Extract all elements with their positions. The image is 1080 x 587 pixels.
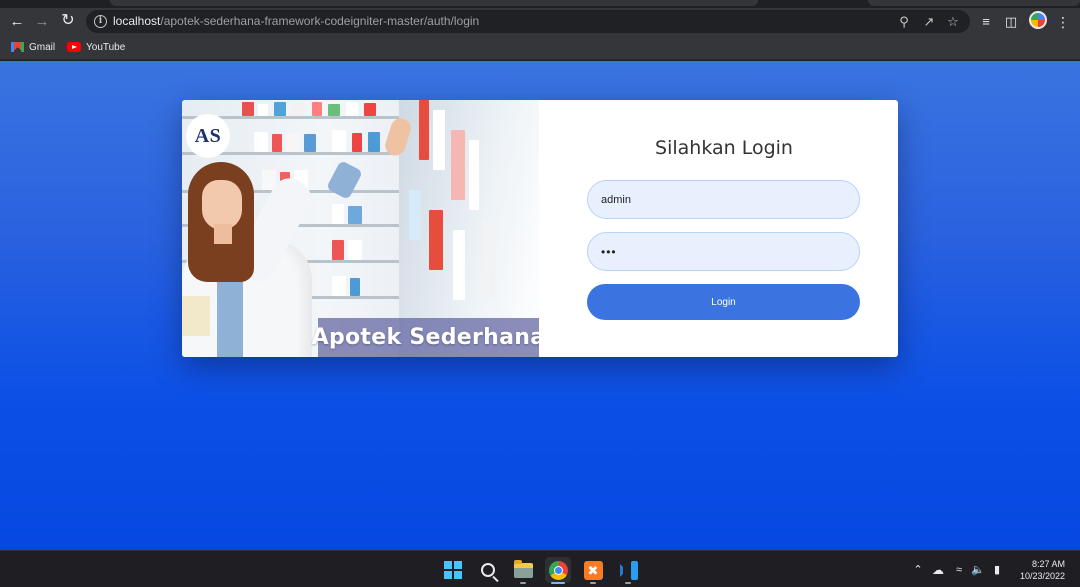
youtube-icon [67,42,81,52]
battery-icon[interactable]: ▮ [989,562,1005,578]
wifi-icon[interactable]: ≈ [951,562,967,578]
address-bar[interactable]: i localhost/apotek-sederhana-framework-c… [86,10,970,33]
side-panel-icon[interactable]: ◫ [1002,13,1020,31]
browser-tab-active[interactable] [110,0,758,6]
key-icon[interactable]: ⚲ [896,14,912,30]
login-card: AS Apotek Sederhana Silahkan Login Login [182,100,898,357]
login-button[interactable]: Login [587,284,860,320]
username-input[interactable] [587,180,860,219]
bookmark-label: YouTube [86,41,126,53]
reload-icon[interactable]: ↻ [58,11,78,31]
star-icon[interactable]: ☆ [945,14,961,30]
tab-strip [0,0,1080,8]
bookmarks-bar: Gmail YouTube [0,35,1080,60]
search-icon[interactable] [475,557,501,583]
clock-date: 10/23/2022 [1019,571,1065,581]
share-icon[interactable]: ↗ [921,14,937,30]
login-form: Silahkan Login Login [539,100,898,357]
login-title: Silahkan Login [655,137,793,159]
windows-start-icon[interactable] [440,557,466,583]
clock-time: 8:27 AM [1031,559,1065,569]
back-icon[interactable]: ← [7,11,27,31]
system-clock[interactable]: 8:27 AM 10/23/2022 [1020,558,1065,582]
brand-logo: AS [186,114,230,158]
volume-icon[interactable]: 🔈 [970,562,986,578]
vscode-icon[interactable] [615,557,641,584]
taskbar: ✖ ⌃ ☁ ≈ 🔈 ▮ 8:27 AM 10/23/2022 [0,550,1080,587]
bookmark-youtube[interactable]: YouTube [67,40,125,54]
url-path: /apotek-sederhana-framework-codeigniter-… [160,14,480,28]
xampp-icon[interactable]: ✖ [580,557,606,584]
info-icon[interactable]: i [94,15,107,28]
file-explorer-icon[interactable] [510,557,536,584]
brand-title: Apotek Sederhana [311,325,539,350]
profile-avatar[interactable] [1029,11,1047,29]
chrome-icon[interactable] [545,557,571,584]
reading-list-icon[interactable]: ≡ [977,13,995,31]
browser-tab[interactable] [868,0,1080,6]
bookmark-gmail[interactable]: Gmail [11,40,55,54]
onedrive-cloud-icon[interactable]: ☁ [930,562,946,578]
password-input[interactable] [587,232,860,271]
forward-icon[interactable]: → [32,11,52,31]
brand-banner: Apotek Sederhana [312,318,539,357]
page-viewport: AS Apotek Sederhana Silahkan Login Login [0,61,1080,550]
url-host: localhost [113,14,161,28]
browser-toolbar: ← → ↻ i localhost/apotek-sederhana-frame… [0,8,1080,35]
gmail-icon [11,42,24,52]
chevron-up-icon[interactable]: ⌃ [910,562,926,578]
pharmacy-image: AS Apotek Sederhana [182,100,539,357]
url-text[interactable]: localhost/apotek-sederhana-framework-cod… [113,14,479,28]
bookmark-label: Gmail [29,41,56,53]
menu-icon[interactable]: ⋮ [1054,13,1072,31]
